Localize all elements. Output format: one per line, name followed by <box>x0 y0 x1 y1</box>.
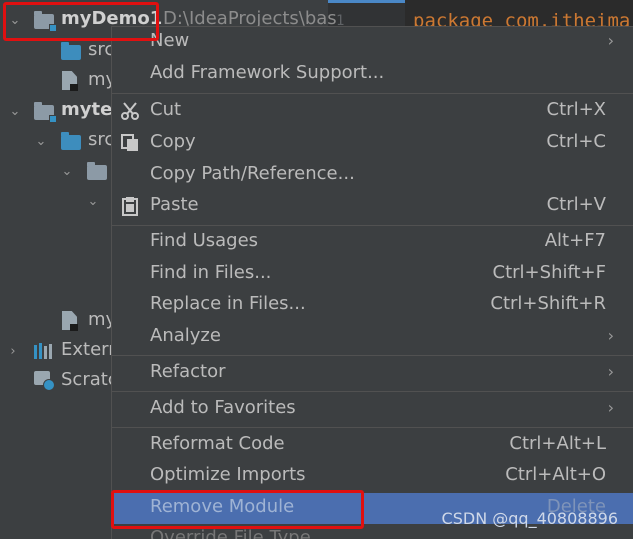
scissors-icon <box>121 102 139 120</box>
menu-item-shortcut: Ctrl+Shift+F <box>492 262 606 283</box>
clipboard-icon <box>122 197 138 216</box>
menu-item-label: New <box>150 30 190 51</box>
menu-item-replace-in-files[interactable]: Replace in Files... Ctrl+Shift+R <box>112 290 633 321</box>
chevron-right-icon: › <box>607 362 614 381</box>
menu-item-label: Optimize Imports <box>150 464 306 485</box>
chevron-right-icon: › <box>607 31 614 50</box>
chevron-down-icon[interactable]: ⌄ <box>8 13 22 28</box>
menu-item-label: Add Framework Support... <box>150 62 385 83</box>
library-icon <box>34 343 54 359</box>
menu-separator <box>112 427 633 428</box>
menu-item-find-in-files[interactable]: Find in Files... Ctrl+Shift+F <box>112 259 633 290</box>
menu-item-cut[interactable]: Cut Ctrl+X <box>112 96 633 127</box>
source-folder-icon <box>61 42 81 60</box>
menu-item-analyze[interactable]: Analyze › <box>112 322 633 353</box>
menu-item-refactor[interactable]: Refactor › <box>112 358 633 389</box>
menu-separator <box>112 225 633 226</box>
scratches-icon <box>34 371 56 391</box>
chevron-down-icon[interactable]: ⌄ <box>60 164 74 179</box>
menu-item-optimize-imports[interactable]: Optimize Imports Ctrl+Alt+O <box>112 461 633 492</box>
menu-item-shortcut: Ctrl+X <box>546 99 606 120</box>
menu-item-find-usages[interactable]: Find Usages Alt+F7 <box>112 227 633 258</box>
chevron-down-icon[interactable]: ⌄ <box>86 194 100 209</box>
menu-item-new[interactable]: New › <box>112 27 633 58</box>
menu-separator <box>112 355 633 356</box>
menu-item-shortcut: Ctrl+Alt+L <box>509 433 606 454</box>
menu-item-shortcut: Ctrl+Alt+O <box>505 464 606 485</box>
menu-item-label: Add to Favorites <box>150 397 296 418</box>
tree-label: Scratc <box>61 369 118 390</box>
chevron-right-icon[interactable]: › <box>6 344 20 359</box>
chevron-down-icon[interactable]: ⌄ <box>34 134 48 149</box>
chevron-right-icon: › <box>607 326 614 345</box>
menu-item-shortcut: Alt+F7 <box>544 230 606 251</box>
menu-item-copy-path[interactable]: Copy Path/Reference... <box>112 160 633 191</box>
module-folder-icon <box>34 11 57 32</box>
package-folder-icon <box>87 162 107 180</box>
watermark: CSDN @qq_40808896 <box>441 509 618 528</box>
menu-item-copy[interactable]: Copy Ctrl+C <box>112 128 633 159</box>
chevron-down-icon[interactable]: ⌄ <box>8 104 22 119</box>
menu-item-label: Reformat Code <box>150 433 285 454</box>
menu-item-label: Find Usages <box>150 230 259 251</box>
menu-item-shortcut: Ctrl+C <box>546 131 606 152</box>
menu-item-add-framework-support[interactable]: Add Framework Support... <box>112 59 633 90</box>
module-folder-icon <box>34 102 57 123</box>
copy-icon <box>121 134 138 151</box>
menu-item-label: Analyze <box>150 325 221 346</box>
menu-item-shortcut: Ctrl+Shift+R <box>490 293 606 314</box>
file-icon <box>62 71 78 91</box>
chevron-right-icon: › <box>607 398 614 417</box>
menu-item-reformat-code[interactable]: Reformat Code Ctrl+Alt+L <box>112 430 633 461</box>
menu-item-label: Cut <box>150 99 182 120</box>
menu-separator <box>112 391 633 392</box>
menu-separator <box>112 93 633 94</box>
menu-item-label: Paste <box>150 194 199 215</box>
context-menu: New › Add Framework Support... Cut Ctrl+… <box>111 26 633 539</box>
menu-item-paste[interactable]: Paste Ctrl+V <box>112 191 633 222</box>
menu-item-label: Copy <box>150 131 196 152</box>
file-icon <box>62 311 78 331</box>
menu-item-label: Refactor <box>150 361 226 382</box>
menu-item-label: Copy Path/Reference... <box>150 163 355 184</box>
menu-item-shortcut: Ctrl+V <box>546 194 606 215</box>
menu-item-add-to-favorites[interactable]: Add to Favorites › <box>112 394 633 425</box>
menu-item-label: Override File Type <box>150 527 311 539</box>
menu-item-label: Replace in Files... <box>150 293 306 314</box>
menu-item-label: Remove Module <box>150 496 295 517</box>
source-folder-icon <box>61 132 81 150</box>
menu-item-label: Find in Files... <box>150 262 272 283</box>
